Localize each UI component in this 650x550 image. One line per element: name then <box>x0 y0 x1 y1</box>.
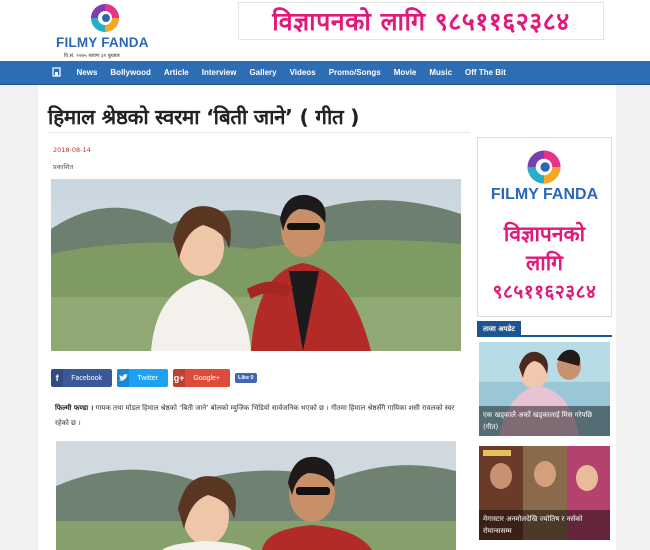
main-navigation: News Bollywood Article Interview Gallery Vide… <box>0 61 650 85</box>
site-header: FILMY FANDA वि.सं. २०७५ श्रावण ३१ बुधबार… <box>0 0 650 61</box>
nav-item-news[interactable]: News <box>70 61 104 85</box>
banner-ad-text: विज्ञापनको लागि ९८५११६२३८४ <box>272 7 570 36</box>
article-lead: फिल्मी फण्डा । <box>55 404 94 412</box>
news-caption: एक खड्कालेे अर्को खड्कालाई मिस गरेपछि (ग… <box>479 406 610 436</box>
article-body: फिल्मी फण्डा । गायक तथा मोडल हिमाल श्रेष… <box>55 401 463 431</box>
nav-item-gallery[interactable]: Gallery <box>243 61 283 85</box>
nav-item-videos[interactable]: Videos <box>283 61 322 85</box>
google-plus-share-button[interactable]: g+ Google+ <box>173 369 230 387</box>
nav-item-article[interactable]: Article <box>157 61 195 85</box>
latest-updates-header: ताजा अपडेट <box>477 321 612 337</box>
facebook-like-button[interactable]: Like 0 <box>235 373 257 383</box>
sidebar-ad-line-3: ९८५११६२३८४ <box>492 281 597 303</box>
article-body-text: गायक तथा मोडल हिमाल श्रेष्ठको ‘बिती जाने… <box>55 404 455 427</box>
nav-item-bollywood[interactable]: Bollywood <box>104 61 157 85</box>
logo-text: FILMY FANDA <box>56 35 149 50</box>
latest-news-card[interactable]: मेगास्टार अनमोलदेखि ज्योतिष र नर्सको रोम… <box>479 446 610 540</box>
logo-date: वि.सं. २०७५ श्रावण ३१ बुधबार <box>64 53 120 59</box>
article-featured-image <box>51 179 461 351</box>
publish-status: प्रकाशित <box>53 163 74 171</box>
google-plus-icon: g+ <box>173 369 186 387</box>
page: FILMY FANDA वि.सं. २०७५ श्रावण ३१ बुधबार… <box>0 0 650 550</box>
nav-item-promo-songs[interactable]: Promo/Songs <box>322 61 387 85</box>
sidebar-advertisement[interactable]: FILMY FANDA विज्ञापनको लागि ९८५११६२३८४ <box>477 137 612 317</box>
twitter-share-label: Twitter <box>137 374 158 382</box>
latest-news-card[interactable]: एक खड्कालेे अर्को खड्कालाई मिस गरेपछि (ग… <box>479 342 610 436</box>
nav-items: News Bollywood Article Interview Gallery Vide… <box>70 61 512 85</box>
latest-updates-label: ताजा अपडेट <box>477 321 521 337</box>
logo-swirl-icon <box>527 150 561 184</box>
sidebar-ad-line-1: विज्ञापनको <box>503 222 586 246</box>
share-buttons: f Facebook Twitter g+ Google+ Like 0 <box>51 369 257 387</box>
nav-item-music[interactable]: Music <box>423 61 459 85</box>
google-plus-share-label: Google+ <box>193 374 220 382</box>
title-divider <box>48 132 470 133</box>
sidebar-ad-line-2: लागि <box>526 251 563 275</box>
article-date: 2018-08-14 <box>53 146 91 154</box>
news-caption: मेगास्टार अनमोलदेखि ज्योतिष र नर्सको रोम… <box>479 510 610 540</box>
facebook-share-label: Facebook <box>71 374 102 382</box>
twitter-share-button[interactable]: Twitter <box>117 369 168 387</box>
home-icon[interactable] <box>52 67 61 77</box>
site-logo[interactable]: FILMY FANDA वि.सं. २०७५ श्रावण ३१ बुधबार <box>50 2 160 60</box>
facebook-icon: f <box>51 369 64 387</box>
article-inline-image <box>56 441 456 550</box>
nav-item-movie[interactable]: Movie <box>387 61 423 85</box>
sidebar-ad-logo-text: FILMY FANDA <box>490 186 599 203</box>
nav-item-off-the-bit[interactable]: Off The Bit <box>459 61 513 85</box>
twitter-icon <box>117 369 130 387</box>
banner-advertisement[interactable]: विज्ञापनको लागि ९८५११६२३८४ <box>238 2 604 40</box>
logo-swirl-icon <box>91 4 119 32</box>
nav-item-interview[interactable]: Interview <box>195 61 243 85</box>
article-title: हिमाल श्रेष्ठको स्वरमा ‘बिती जाने’ ( गीत… <box>48 105 360 129</box>
facebook-share-button[interactable]: f Facebook <box>51 369 112 387</box>
